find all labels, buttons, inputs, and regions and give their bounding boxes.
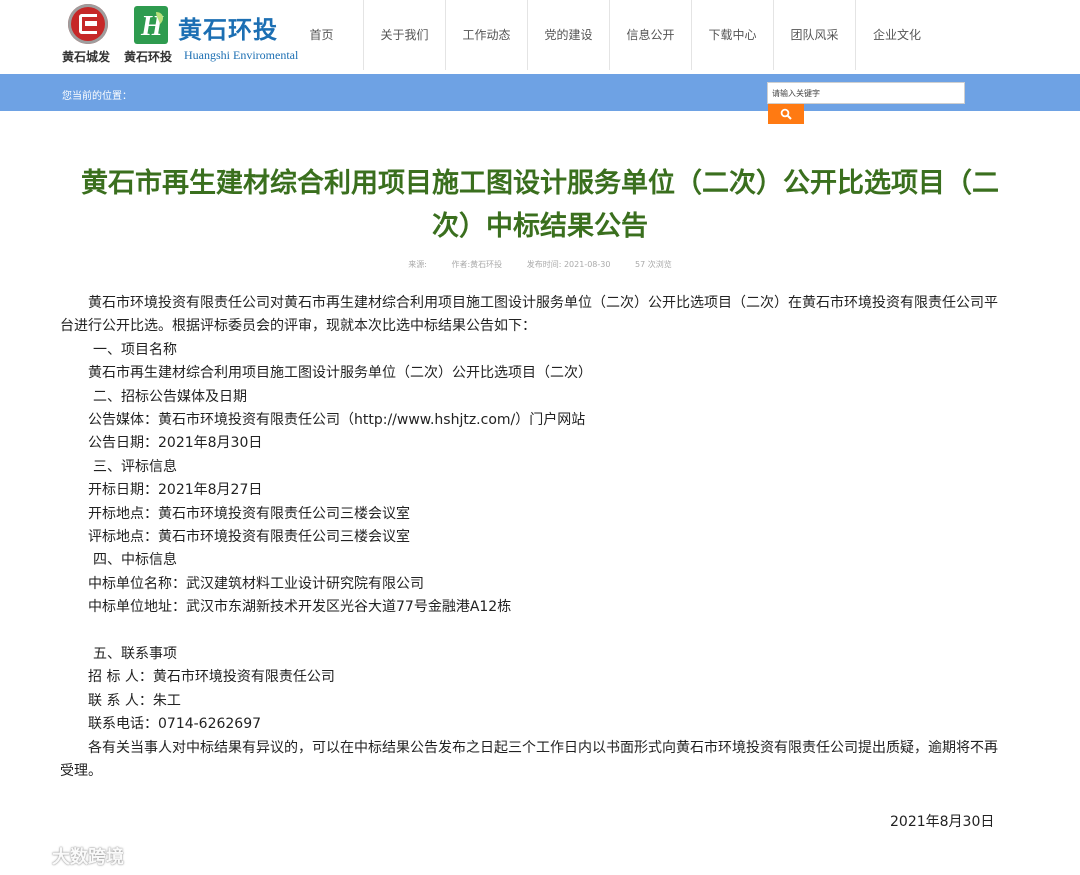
section-heading-5: 五、联系事项 <box>93 646 177 663</box>
nav-home[interactable]: 首页 <box>280 0 364 70</box>
huantou-leaf-mark-icon: H <box>134 6 168 44</box>
project-name: 黄石市再生建材综合利用项目施工图设计服务单位（二次）公开比选项目（二次） <box>88 365 592 382</box>
announcement-date: 公告日期：2021年8月30日 <box>88 435 263 452</box>
chengfa-logo-text: 黄石城发 <box>62 50 111 64</box>
watermark-logo-icon <box>8 841 48 868</box>
tenderer: 招 标 人：黄石市环境投资有限责任公司 <box>88 669 335 686</box>
watermark-text: 大数跨境 <box>52 847 124 868</box>
huantou-logo-subtext: 黄石环投 <box>124 50 173 64</box>
chengfa-emblem-icon <box>68 4 108 44</box>
closing-paragraph: 各有关当事人对中标结果有异议的，可以在中标结果公告发布之日起三个工作日内以书面形… <box>60 739 998 780</box>
meta-source: 来源: <box>408 260 427 269</box>
search-icon <box>780 108 792 120</box>
site-header: 黄石城发 H 黄石环投 黄石环投 Huangshi Enviromental 首… <box>0 0 1080 74</box>
watermark: 大数跨境 <box>8 841 124 869</box>
contact-phone: 联系电话：0714-6262697 <box>88 716 262 733</box>
contact-person: 联 系 人：朱工 <box>88 692 181 709</box>
section-heading-1: 一、项目名称 <box>93 341 177 358</box>
breadcrumb: 您当前的位置： <box>62 91 132 102</box>
nav-about[interactable]: 关于我们 <box>364 0 446 70</box>
nav-team[interactable]: 团队风采 <box>774 0 856 70</box>
huantou-logo-title: 黄石环投 <box>178 16 278 44</box>
bid-opening-date: 开标日期：2021年8月27日 <box>88 482 263 499</box>
intro-paragraph: 黄石市环境投资有限责任公司对黄石市再生建材综合利用项目施工图设计服务单位（二次）… <box>60 295 998 335</box>
nav-culture[interactable]: 企业文化 <box>856 0 938 70</box>
meta-views: 57 次浏览 <box>635 260 672 269</box>
winning-bidder: 中标单位名称：武汉建筑材料工业设计研究院有限公司 <box>88 575 424 592</box>
bid-opening-place: 开标地点：黄石市环境投资有限责任公司三楼会议室 <box>88 505 410 522</box>
article-body: 黄石市环境投资有限责任公司对黄石市再生建材综合利用项目施工图设计服务单位（二次）… <box>60 292 1002 784</box>
article-meta: 来源: 作者:黄石环投 发布时间: 2021-08-30 57 次浏览 <box>0 259 1080 270</box>
meta-author: 作者:黄石环投 <box>451 260 503 269</box>
huangshi-chengfa-logo[interactable]: 黄石城发 <box>60 4 120 66</box>
announcement-media: 公告媒体：黄石市环境投资有限责任公司（http://www.hshjtz.com… <box>88 412 586 429</box>
search-button[interactable] <box>768 104 804 124</box>
article-title: 黄石市再生建材综合利用项目施工图设计服务单位（二次）公开比选项目（二次）中标结果… <box>81 168 999 242</box>
evaluation-place: 评标地点：黄石市环境投资有限责任公司三楼会议室 <box>88 529 410 546</box>
main-nav: 首页 关于我们 工作动态 党的建设 信息公开 下载中心 团队风采 企业文化 <box>280 0 938 70</box>
nav-downloads[interactable]: 下载中心 <box>692 0 774 70</box>
signature-date: 2021年8月30日 <box>890 814 995 830</box>
nav-news[interactable]: 工作动态 <box>446 0 528 70</box>
meta-date: 发布时间: 2021-08-30 <box>526 260 611 269</box>
search-input[interactable] <box>767 82 965 104</box>
section-heading-4: 四、中标信息 <box>93 552 177 569</box>
location-bar: 您当前的位置： <box>0 74 1080 111</box>
nav-party[interactable]: 党的建设 <box>528 0 610 70</box>
section-heading-3: 三、评标信息 <box>93 458 177 475</box>
nav-disclosure[interactable]: 信息公开 <box>610 0 692 70</box>
winning-bidder-address: 中标单位地址：武汉市东湖新技术开发区光谷大道77号金融港A12栋 <box>88 599 512 616</box>
section-heading-2: 二、招标公告媒体及日期 <box>93 388 247 405</box>
